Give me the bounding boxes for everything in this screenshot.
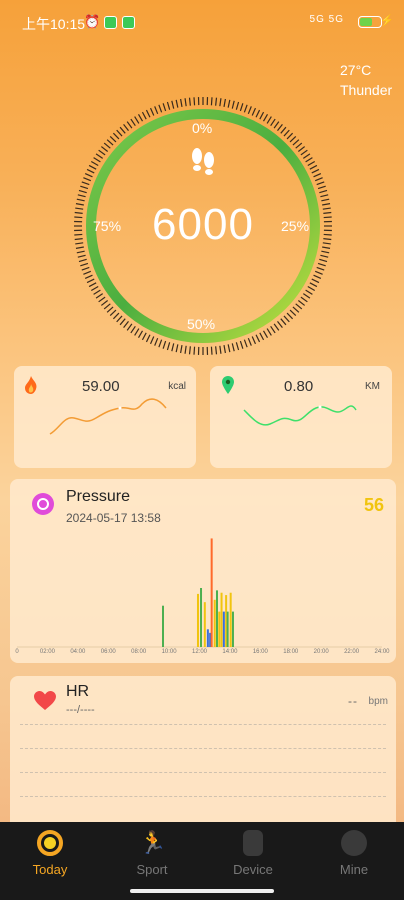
hr-unit: bpm [368, 696, 388, 707]
pressure-bar [226, 611, 229, 647]
notification-app-icon [122, 16, 135, 29]
hr-grid-line [20, 724, 386, 725]
pressure-bar [200, 588, 203, 647]
pressure-bar [218, 611, 221, 647]
steps-progress-ring[interactable]: 0% 25% 50% 75% 6000 [73, 96, 333, 356]
x-tick-label: 22:00 [344, 649, 360, 655]
tab-today-label: Today [32, 862, 68, 877]
network-signal-icon: 5G 5G [309, 14, 344, 25]
calories-unit: kcal [168, 381, 186, 392]
x-tick-label: 02:00 [39, 649, 55, 655]
hr-grid-line [20, 796, 386, 797]
running-icon: 🏃 [139, 830, 167, 855]
pressure-card[interactable]: Pressure 2024-05-17 13:58 56 0 02:00 04:00… [10, 479, 396, 663]
heart-icon [34, 691, 56, 710]
location-pin-icon [222, 376, 234, 394]
pressure-bar [222, 611, 225, 647]
pressure-bar [210, 538, 213, 647]
footprints-icon [192, 148, 214, 175]
hr-grid-line [20, 772, 386, 773]
x-tick-label: 14:00 [222, 649, 238, 655]
x-tick-label: 16:00 [252, 649, 268, 655]
distance-card[interactable]: 0.80 KM [210, 366, 392, 468]
hr-grid-line [20, 748, 386, 749]
hr-datetime: ---/---- [66, 704, 95, 716]
weather-temperature: 27°C [340, 62, 372, 78]
tab-sport-label: Sport [136, 862, 168, 877]
calories-card[interactable]: 59.00 kcal [14, 366, 196, 468]
pressure-bar [220, 592, 223, 647]
tab-mine-label: Mine [339, 862, 369, 877]
weather-condition: Thunder [340, 82, 393, 98]
pressure-bar [213, 599, 216, 647]
tab-mine[interactable]: Mine [314, 830, 394, 877]
x-tick-label: 24:00 [374, 649, 390, 655]
heart-rate-card[interactable]: HR ---/---- -- bpm [10, 676, 396, 836]
pressure-bar [196, 593, 199, 647]
pressure-bar [203, 602, 206, 647]
pressure-bar [206, 629, 209, 647]
distance-trend-line [243, 405, 357, 426]
tab-sport[interactable]: 🏃 Sport [112, 830, 192, 877]
calories-value: 59.00 [82, 378, 120, 395]
x-tick-label: 06:00 [100, 649, 116, 655]
pressure-bar [215, 590, 218, 647]
hr-title: HR [66, 683, 90, 700]
flame-icon [25, 376, 37, 394]
home-indicator [130, 889, 274, 893]
x-tick-label: 04:00 [70, 649, 86, 655]
x-tick-label: 20:00 [313, 649, 329, 655]
progress-label-bottom: 50% [187, 316, 216, 332]
progress-label-top: 0% [192, 120, 213, 136]
x-tick-label: 0 [15, 649, 19, 655]
calories-trend-line [49, 398, 167, 435]
status-time: 上午10:15 [22, 16, 86, 32]
x-tick-label: 08:00 [131, 649, 147, 655]
charging-icon: ⚡ [380, 15, 394, 27]
step-count: 6000 [152, 200, 254, 249]
x-tick-label: 10:00 [161, 649, 177, 655]
weather-widget[interactable]: 27°C Thunder [340, 60, 400, 100]
tab-today[interactable]: Today [10, 830, 90, 877]
tab-device-label: Device [233, 862, 273, 877]
today-icon [37, 830, 63, 856]
battery-icon [358, 16, 382, 28]
notification-app-icon [104, 16, 117, 29]
hr-value: -- [348, 694, 358, 708]
watch-icon [243, 830, 263, 856]
pressure-chart [17, 538, 382, 648]
alarm-icon: ⏰ [84, 14, 101, 29]
pressure-bar [162, 605, 164, 647]
x-tick-label: 12:00 [191, 649, 208, 655]
pressure-bar [229, 592, 232, 647]
x-tick-label: 18:00 [283, 649, 299, 655]
distance-unit: KM [365, 381, 380, 392]
status-bar: 上午10:15 ⏰ 5G 5G ⚡ [0, 0, 404, 44]
pressure-bar [231, 611, 234, 647]
tab-device[interactable]: Device [213, 830, 293, 877]
distance-value: 0.80 [284, 378, 314, 395]
profile-icon [341, 830, 367, 856]
